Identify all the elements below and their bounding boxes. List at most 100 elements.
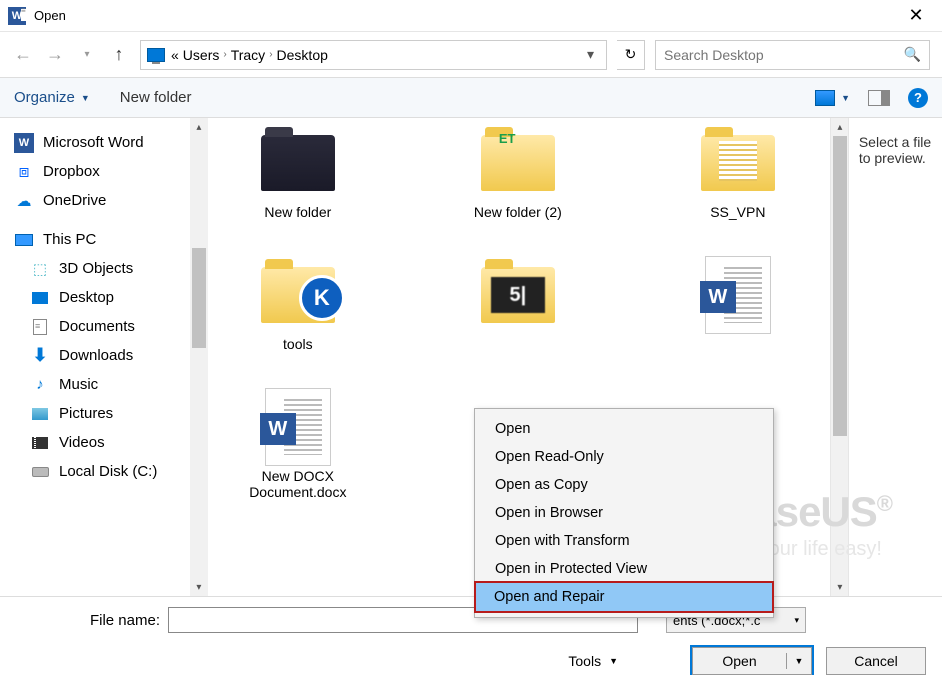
sidebar-item-videos[interactable]: Videos xyxy=(10,428,208,457)
forward-button[interactable]: → xyxy=(44,44,66,66)
close-button[interactable]: ✕ xyxy=(898,5,934,26)
item-label: SS_VPN xyxy=(710,204,765,220)
navbar: ← → ▾ ↑ « Users› Tracy› Desktop ▾ ↻ 🔍 xyxy=(0,32,942,78)
location-icon xyxy=(147,48,165,62)
cancel-button[interactable]: Cancel xyxy=(826,647,926,675)
pc-icon xyxy=(14,230,34,250)
sidebar-item-documents[interactable]: Documents xyxy=(10,312,208,341)
desktop-icon xyxy=(30,288,50,308)
organize-label: Organize xyxy=(14,89,75,106)
menu-open-read-only[interactable]: Open Read-Only xyxy=(477,443,771,471)
item-label: New folder xyxy=(264,204,331,220)
folder-item[interactable]: SS_VPN xyxy=(668,128,808,220)
sidebar-item-this-pc[interactable]: This PC xyxy=(10,225,208,254)
item-label: tools xyxy=(283,336,313,352)
onedrive-icon: ☁ xyxy=(14,191,34,211)
preview-pane-button[interactable] xyxy=(868,90,890,106)
recent-dropdown[interactable]: ▾ xyxy=(76,44,98,66)
crumb-item[interactable]: Tracy xyxy=(231,47,265,63)
sidebar-item-local-disk[interactable]: Local Disk (C:) xyxy=(10,457,208,486)
sidebar-item-3d-objects[interactable]: ⬚ 3D Objects xyxy=(10,254,208,283)
folder-item[interactable]: New folder (2) xyxy=(448,128,588,220)
folder-item[interactable] xyxy=(448,260,588,352)
menu-open-and-repair[interactable]: Open and Repair xyxy=(476,583,772,611)
preview-pane: Select a file to preview. xyxy=(848,118,942,596)
music-icon: ♪ xyxy=(30,375,50,395)
crumb-item[interactable]: Desktop xyxy=(277,47,328,63)
tools-button[interactable]: Tools▼ xyxy=(568,653,618,669)
open-button[interactable]: Open ▼ xyxy=(692,647,812,675)
footer: File name: ents (*.docx;*.c▾ Tools▼ Open… xyxy=(0,596,942,674)
address-bar[interactable]: « Users› Tracy› Desktop ▾ xyxy=(140,40,607,70)
back-button[interactable]: ← xyxy=(12,44,34,66)
sidebar-scrollbar[interactable]: ▴ ▾ xyxy=(190,118,208,596)
toolbar: Organize ▼ New folder ▼ ? xyxy=(0,78,942,118)
sidebar-item-label: Documents xyxy=(59,318,135,335)
sidebar-item-label: Downloads xyxy=(59,347,133,364)
sidebar-item-desktop[interactable]: Desktop xyxy=(10,283,208,312)
sidebar-item-label: Microsoft Word xyxy=(43,134,144,151)
menu-open[interactable]: Open xyxy=(477,415,771,443)
sidebar-item-onedrive[interactable]: ☁ OneDrive xyxy=(10,186,208,215)
scroll-down-icon[interactable]: ▾ xyxy=(190,578,208,596)
videos-icon xyxy=(30,433,50,453)
sidebar-item-downloads[interactable]: ⬇ Downloads xyxy=(10,341,208,370)
sidebar-item-label: Pictures xyxy=(59,405,113,422)
refresh-button[interactable]: ↻ xyxy=(617,40,645,70)
sidebar-item-dropbox[interactable]: ⧈ Dropbox xyxy=(10,157,208,186)
sidebar-item-label: Dropbox xyxy=(43,163,100,180)
sidebar-item-pictures[interactable]: Pictures xyxy=(10,399,208,428)
sidebar-item-label: 3D Objects xyxy=(59,260,133,277)
menu-open-in-browser[interactable]: Open in Browser xyxy=(477,499,771,527)
dropbox-icon: ⧈ xyxy=(14,162,34,182)
search-icon[interactable]: 🔍 xyxy=(904,46,921,63)
sidebar-item-label: Videos xyxy=(59,434,105,451)
word-icon: W xyxy=(14,133,34,153)
scroll-up-icon[interactable]: ▴ xyxy=(831,118,849,136)
sidebar-item-word[interactable]: W Microsoft Word xyxy=(10,128,208,157)
scroll-up-icon[interactable]: ▴ xyxy=(190,118,208,136)
content-scrollbar[interactable]: ▴ ▾ xyxy=(830,118,848,596)
sidebar-item-label: Desktop xyxy=(59,289,114,306)
menu-open-with-transform[interactable]: Open with Transform xyxy=(477,527,771,555)
sidebar: W Microsoft Word ⧈ Dropbox ☁ OneDrive This … xyxy=(0,118,208,596)
pictures-icon xyxy=(30,404,50,424)
sidebar-item-label: Music xyxy=(59,376,98,393)
search-input[interactable] xyxy=(664,47,904,63)
open-button-dropdown[interactable]: ▼ xyxy=(787,656,811,666)
up-button[interactable]: ↑ xyxy=(108,44,130,66)
item-label: New DOCX Document.docx xyxy=(228,468,368,500)
file-name-label: File name: xyxy=(0,612,160,629)
scroll-down-icon[interactable]: ▾ xyxy=(831,578,849,596)
word-app-icon: W xyxy=(8,7,26,25)
3d-icon: ⬚ xyxy=(30,259,50,279)
disk-icon xyxy=(30,462,50,482)
folder-item[interactable]: tools xyxy=(228,260,368,352)
breadcrumb[interactable]: « Users› Tracy› Desktop xyxy=(171,47,328,63)
menu-open-protected-view[interactable]: Open in Protected View xyxy=(477,555,771,583)
sidebar-item-label: Local Disk (C:) xyxy=(59,463,157,480)
crumb-item[interactable]: Users xyxy=(183,47,220,63)
organize-button[interactable]: Organize ▼ xyxy=(14,89,90,106)
main-area: W Microsoft Word ⧈ Dropbox ☁ OneDrive This … xyxy=(0,118,942,596)
folder-item[interactable]: New folder xyxy=(228,128,368,220)
help-button[interactable]: ? xyxy=(908,88,928,108)
new-folder-button[interactable]: New folder xyxy=(120,89,192,106)
search-box[interactable]: 🔍 xyxy=(655,40,930,70)
sidebar-item-label: OneDrive xyxy=(43,192,106,209)
scrollbar-thumb[interactable] xyxy=(192,248,206,348)
file-item[interactable]: New DOCX Document.docx xyxy=(228,392,368,500)
scrollbar-thumb[interactable] xyxy=(833,136,847,436)
chevron-right-icon: › xyxy=(269,49,272,60)
file-item[interactable] xyxy=(668,260,808,352)
menu-open-as-copy[interactable]: Open as Copy xyxy=(477,471,771,499)
view-mode-button[interactable] xyxy=(815,90,835,106)
documents-icon xyxy=(30,317,50,337)
view-mode-dropdown[interactable]: ▼ xyxy=(841,93,850,103)
address-dropdown[interactable]: ▾ xyxy=(581,46,600,63)
crumb-prefix: « xyxy=(171,47,179,63)
open-button-label[interactable]: Open xyxy=(693,653,787,669)
downloads-icon: ⬇ xyxy=(30,346,50,366)
sidebar-item-music[interactable]: ♪ Music xyxy=(10,370,208,399)
preview-text: Select a file to preview. xyxy=(859,134,931,166)
